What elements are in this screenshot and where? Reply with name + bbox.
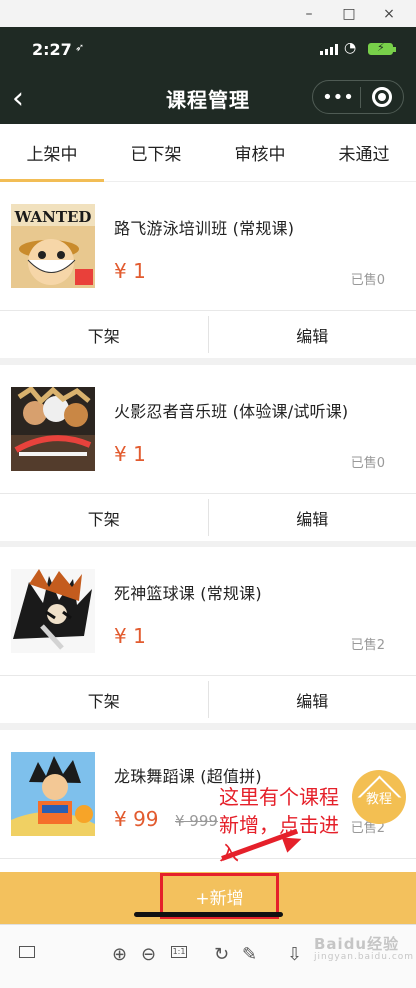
charging-bolt-icon: ⚡ xyxy=(377,41,385,54)
more-menu-icon[interactable]: ••• xyxy=(316,87,360,108)
sold-count: 已售0 xyxy=(350,273,385,288)
watermark-main: Baidu经验 xyxy=(314,935,400,953)
svg-text:WANTED: WANTED xyxy=(14,208,92,226)
target-icon xyxy=(371,87,392,107)
course-list[interactable]: WANTED 路飞游泳培训班 (常规课) ¥ 1 已售0 下架 编辑 火影忍者音… xyxy=(0,182,416,872)
bleach-poster-image xyxy=(11,569,95,653)
course-status-tabs: 上架中 已下架 审核中 未通过 xyxy=(0,124,416,182)
original-price: ¥ 999 xyxy=(175,812,218,830)
zoom-in-icon[interactable]: ⊕ xyxy=(112,946,127,964)
tab-unlisted[interactable]: 已下架 xyxy=(104,124,208,181)
baidu-experience-watermark: Baidu经验 jingyan.baidu.com xyxy=(314,933,414,962)
edit-pencil-icon[interactable]: ✎ xyxy=(242,946,257,964)
course-actions: 下架 编辑 xyxy=(0,494,416,541)
course-name: 死神篮球课 (常规课) xyxy=(114,584,262,603)
dragon-ball-poster-image xyxy=(11,752,95,836)
course-card: WANTED 路飞游泳培训班 (常规课) ¥ 1 已售0 下架 编辑 xyxy=(0,182,416,358)
course-thumbnail xyxy=(11,569,95,653)
cellular-signal-icon xyxy=(320,44,338,55)
tutorial-label: 教程 xyxy=(365,791,392,807)
annotation-line: 这里有个课程 xyxy=(219,785,339,809)
location-arrow-icon: ➶ xyxy=(75,41,85,54)
course-info[interactable]: 火影忍者音乐班 (体验课/试听课) ¥ 1 已售0 xyxy=(0,365,416,494)
wifi-icon: ◔ xyxy=(344,40,357,56)
rotate-icon[interactable]: ↻ xyxy=(214,946,229,964)
home-indicator xyxy=(134,912,283,917)
course-card: 死神篮球课 (常规课) ¥ 1 已售2 下架 编辑 xyxy=(0,547,416,723)
sold-count: 已售2 xyxy=(350,638,385,653)
course-thumbnail xyxy=(11,752,95,836)
course-actions: 下架 编辑 xyxy=(0,676,416,723)
course-name: 火影忍者音乐班 (体验课/试听课) xyxy=(114,402,349,421)
bottom-action-bar: +新增 xyxy=(0,872,416,924)
tab-reviewing[interactable]: 审核中 xyxy=(208,124,312,181)
unlist-button[interactable]: 下架 xyxy=(0,499,208,536)
course-price: ¥ 1 xyxy=(114,624,146,648)
instruction-annotation: 这里有个课程 新增，点击进 入 xyxy=(219,783,369,867)
sold-count: 已售0 xyxy=(350,456,385,471)
course-thumbnail: WANTED xyxy=(11,204,95,288)
course-card: 火影忍者音乐班 (体验课/试听课) ¥ 1 已售0 下架 编辑 xyxy=(0,365,416,541)
unlist-button[interactable]: 下架 xyxy=(0,316,208,353)
course-price: ¥ 99 xyxy=(114,807,159,831)
course-actions: 下架 编辑 xyxy=(0,311,416,358)
course-info[interactable]: WANTED 路飞游泳培训班 (常规课) ¥ 1 已售0 xyxy=(0,182,416,311)
unlist-button[interactable]: 下架 xyxy=(0,681,208,718)
course-info[interactable]: 死神篮球课 (常规课) ¥ 1 已售2 xyxy=(0,547,416,676)
course-price: ¥ 1 xyxy=(114,259,146,283)
one-piece-poster-image: WANTED xyxy=(11,204,95,288)
thumbnail-view-icon[interactable] xyxy=(19,946,35,958)
close-icon[interactable]: × xyxy=(382,6,396,22)
zoom-out-icon[interactable]: ⊖ xyxy=(141,946,156,964)
status-time: 2:27 xyxy=(32,40,72,59)
mini-program-capsule[interactable]: ••• xyxy=(312,80,404,114)
tab-listed[interactable]: 上架中 xyxy=(0,124,104,182)
course-thumbnail xyxy=(11,387,95,471)
watermark-url: jingyan.baidu.com xyxy=(314,952,415,962)
edit-button[interactable]: 编辑 xyxy=(209,681,416,718)
close-mini-program-button[interactable] xyxy=(361,87,403,107)
edit-button[interactable]: 编辑 xyxy=(209,316,416,353)
tab-rejected[interactable]: 未通过 xyxy=(312,124,416,181)
course-price: ¥ 1 xyxy=(114,442,146,466)
course-name: 路飞游泳培训班 (常规课) xyxy=(114,219,295,238)
actual-size-icon[interactable]: 1:1 xyxy=(171,946,187,958)
battery-icon: ⚡ xyxy=(368,41,396,55)
maximize-icon[interactable]: □ xyxy=(342,6,356,22)
window-controls: – □ × xyxy=(0,0,416,27)
download-icon[interactable]: ⇩ xyxy=(287,946,302,964)
naruto-poster-image xyxy=(11,387,95,471)
mini-program-header: 2:27 ➶ ◔ ⚡ ‹ 课程管理 ••• xyxy=(0,27,416,124)
minimize-icon[interactable]: – xyxy=(302,6,316,22)
edit-button[interactable]: 编辑 xyxy=(209,499,416,536)
